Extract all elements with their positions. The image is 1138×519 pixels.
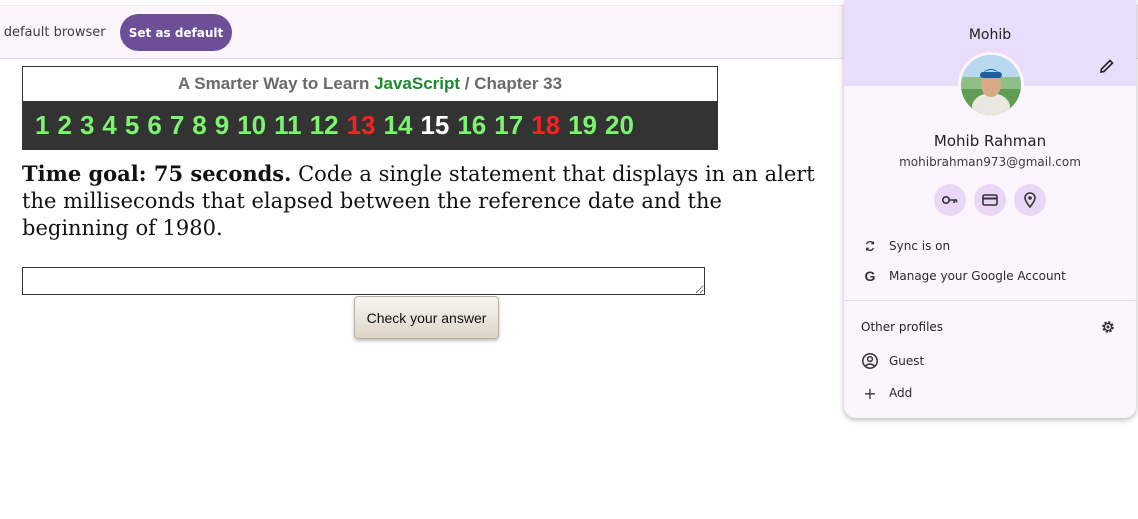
guest-label: Guest <box>889 354 925 368</box>
addresses-button[interactable] <box>1014 184 1046 216</box>
chapter-link-20[interactable]: 20 <box>605 101 634 150</box>
chapter-link-8[interactable]: 8 <box>192 101 206 150</box>
chapter-link-19[interactable]: 19 <box>568 101 597 150</box>
chapter-link-1[interactable]: 1 <box>35 101 49 150</box>
time-goal: Time goal: 75 seconds. <box>22 161 292 186</box>
answer-input[interactable] <box>22 267 705 295</box>
chapter-link-5[interactable]: 5 <box>125 101 139 150</box>
chapter-link-17[interactable]: 17 <box>494 101 523 150</box>
key-icon <box>941 196 958 205</box>
chapter-link-7[interactable]: 7 <box>170 101 184 150</box>
title-prefix: A Smarter Way to Learn <box>177 74 375 93</box>
payment-methods-button[interactable] <box>974 184 1006 216</box>
chapter-link-16[interactable]: 16 <box>457 101 486 150</box>
chapter-link-12[interactable]: 12 <box>310 101 339 150</box>
chapter-link-3[interactable]: 3 <box>80 101 94 150</box>
profile-full-name: Mohib Rahman <box>933 132 1047 150</box>
chapter-link-11[interactable]: 11 <box>274 101 302 150</box>
sync-icon <box>860 236 880 256</box>
chapter-link-9[interactable]: 9 <box>215 101 229 150</box>
lesson-title: A Smarter Way to Learn JavaScript / Chap… <box>23 67 717 101</box>
google-icon: G <box>864 268 876 284</box>
profile-menu: Mohib Mohib Rahman mohibrahman973@gmail.… <box>844 0 1136 418</box>
profile-short-name: Mohib <box>968 27 1012 43</box>
title-suffix: / Chapter 33 <box>460 74 563 93</box>
infobar-message: ur default browser <box>0 25 106 40</box>
avatar <box>958 52 1024 118</box>
manage-account-label: Manage your Google Account <box>889 269 1066 283</box>
card-icon <box>982 194 998 206</box>
guest-icon <box>860 351 880 371</box>
add-label: Add <box>889 386 913 400</box>
chapter-link-13[interactable]: 13 <box>347 101 376 150</box>
sync-status[interactable]: Sync is on <box>860 236 950 256</box>
guest-profile[interactable]: Guest <box>860 351 924 371</box>
exercise-question: Time goal: 75 seconds. Code a single sta… <box>22 160 822 242</box>
edit-pencil-icon[interactable] <box>1099 58 1115 74</box>
chapter-link-4[interactable]: 4 <box>102 101 116 150</box>
menu-divider <box>844 300 1136 301</box>
lesson-header: A Smarter Way to Learn JavaScript / Chap… <box>22 66 718 150</box>
chapter-link-14[interactable]: 14 <box>383 101 412 150</box>
chapter-link-18[interactable]: 18 <box>531 101 560 150</box>
passwords-button[interactable] <box>934 184 966 216</box>
chapter-link-2[interactable]: 2 <box>57 101 71 150</box>
check-answer-button[interactable]: Check your answer <box>354 296 499 339</box>
chapter-link-15[interactable]: 15 <box>420 101 449 150</box>
other-profiles-heading: Other profiles <box>861 320 944 334</box>
add-profile[interactable]: + Add <box>860 383 912 403</box>
sync-label: Sync is on <box>889 239 951 253</box>
title-javascript[interactable]: JavaScript <box>374 74 460 93</box>
chapter-link-6[interactable]: 6 <box>147 101 161 150</box>
location-icon <box>1024 192 1036 209</box>
set-as-default-button[interactable]: Set as default <box>120 14 232 51</box>
chapter-link-10[interactable]: 10 <box>237 101 266 150</box>
gear-icon[interactable] <box>1100 319 1116 335</box>
chapter-navigation: 1 2 3 4 5 6 7 8 9 10 11 12 13 14 15 16 17 18 19 20 <box>23 101 717 150</box>
plus-icon: + <box>863 383 877 403</box>
profile-email: mohibrahman973@gmail.com <box>899 155 1081 169</box>
manage-google-account[interactable]: G Manage your Google Account <box>860 266 1066 286</box>
quick-actions <box>934 184 1046 216</box>
